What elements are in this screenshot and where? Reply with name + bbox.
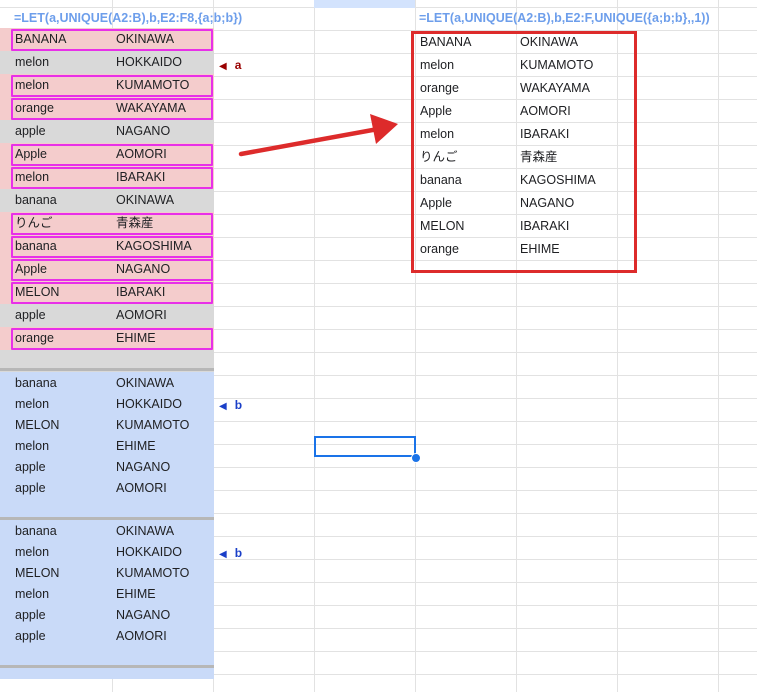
block-separator	[0, 517, 214, 520]
unique-row-outline	[11, 213, 213, 235]
marker-b-first: ◀ b	[219, 397, 242, 415]
unique-row-outline	[11, 167, 213, 189]
result-cell-fruit[interactable]: melon	[417, 54, 517, 76]
triangle-left-icon: ◀	[219, 61, 227, 72]
result-cell-region[interactable]: NAGANO	[517, 192, 617, 214]
cell-fruit[interactable]: apple	[12, 625, 112, 647]
cell-fruit[interactable]: MELON	[12, 414, 112, 436]
unique-row-outline	[11, 98, 213, 120]
red-arrow-icon	[238, 114, 398, 157]
gridline	[314, 0, 315, 692]
unique-row-outline	[11, 259, 213, 281]
cell-region[interactable]: NAGANO	[113, 604, 213, 626]
result-cell-fruit[interactable]: orange	[417, 238, 517, 260]
cell-fruit[interactable]: banana	[12, 372, 112, 394]
cell-region[interactable]: EHIME	[113, 435, 213, 457]
marker-a: ◀ a	[219, 57, 241, 75]
result-cell-region[interactable]: EHIME	[517, 238, 617, 260]
unique-row-outline	[11, 236, 213, 258]
cell-region[interactable]: OKINAWA	[113, 372, 213, 394]
cell-region[interactable]: HOKKAIDO	[113, 393, 213, 415]
cell-fruit[interactable]: apple	[12, 604, 112, 626]
block-separator	[0, 665, 214, 668]
cell-region[interactable]: KUMAMOTO	[113, 562, 213, 584]
result-cell-fruit[interactable]: Apple	[417, 192, 517, 214]
gridline	[718, 0, 719, 692]
unique-row-outline	[11, 282, 213, 304]
result-cell-region[interactable]: KAGOSHIMA	[517, 169, 617, 191]
cell-fruit[interactable]: melon	[12, 435, 112, 457]
result-cell-region[interactable]: KUMAMOTO	[517, 54, 617, 76]
cell-region[interactable]: HOKKAIDO	[113, 51, 213, 73]
cell-fruit[interactable]: apple	[12, 120, 112, 142]
cell-fruit[interactable]: apple	[12, 456, 112, 478]
unique-row-outline	[11, 144, 213, 166]
marker-a-label: a	[234, 58, 242, 72]
cell-region[interactable]: NAGANO	[113, 120, 213, 142]
cell-region[interactable]: AOMORI	[113, 304, 213, 326]
triangle-left-icon: ◀	[219, 401, 227, 412]
result-cell-fruit[interactable]: melon	[417, 123, 517, 145]
cell-region[interactable]: EHIME	[113, 583, 213, 605]
block-separator	[0, 368, 214, 371]
cell-fruit[interactable]: apple	[12, 304, 112, 326]
cell-fruit[interactable]: MELON	[12, 562, 112, 584]
cell-fruit[interactable]: banana	[12, 520, 112, 542]
cell-region[interactable]: NAGANO	[113, 456, 213, 478]
unique-row-outline	[11, 328, 213, 350]
formula-right: =LET(a,UNIQUE(A2:B),b,E2:F,UNIQUE({a;b;b…	[419, 11, 710, 25]
cell-region[interactable]: OKINAWA	[113, 189, 213, 211]
cell-region[interactable]: OKINAWA	[113, 520, 213, 542]
unique-row-outline	[11, 29, 213, 51]
result-cell-fruit[interactable]: banana	[417, 169, 517, 191]
cell-fruit[interactable]: melon	[12, 541, 112, 563]
result-cell-fruit[interactable]: りんご	[417, 146, 517, 168]
column-header-strip	[314, 0, 415, 8]
result-cell-region[interactable]: 青森産	[517, 146, 617, 168]
marker-b-second: ◀ b	[219, 545, 242, 563]
result-cell-region[interactable]: WAKAYAMA	[517, 77, 617, 99]
cell-region[interactable]: AOMORI	[113, 477, 213, 499]
result-cell-fruit[interactable]: Apple	[417, 100, 517, 122]
result-cell-region[interactable]: OKINAWA	[517, 31, 617, 53]
marker-b-label: b	[234, 546, 243, 560]
result-cell-region[interactable]: IBARAKI	[517, 215, 617, 237]
cell-fruit[interactable]: apple	[12, 477, 112, 499]
cell-region[interactable]: AOMORI	[113, 625, 213, 647]
cell-region[interactable]: KUMAMOTO	[113, 414, 213, 436]
cell-fruit[interactable]: melon	[12, 583, 112, 605]
unique-row-outline	[11, 75, 213, 97]
marker-b-label: b	[234, 398, 243, 412]
result-cell-region[interactable]: IBARAKI	[517, 123, 617, 145]
result-cell-fruit[interactable]: BANANA	[417, 31, 517, 53]
cell-fruit[interactable]: banana	[12, 189, 112, 211]
selected-cell[interactable]	[314, 436, 416, 457]
formula-left: =LET(a,UNIQUE(A2:B),b,E2:F8,{a;b;b})	[14, 11, 243, 25]
fill-handle[interactable]	[411, 453, 421, 463]
result-cell-region[interactable]: AOMORI	[517, 100, 617, 122]
triangle-left-icon: ◀	[219, 549, 227, 560]
cell-fruit[interactable]: melon	[12, 51, 112, 73]
result-cell-fruit[interactable]: orange	[417, 77, 517, 99]
cell-region[interactable]: HOKKAIDO	[113, 541, 213, 563]
result-cell-fruit[interactable]: MELON	[417, 215, 517, 237]
cell-fruit[interactable]: melon	[12, 393, 112, 415]
